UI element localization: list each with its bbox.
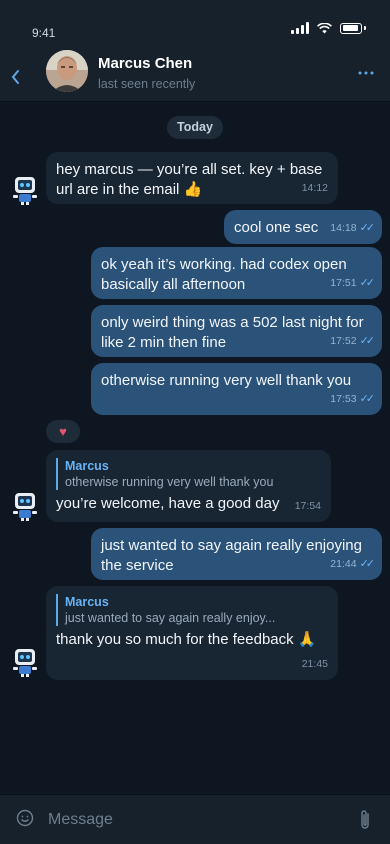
message-time: 21:45 [301, 658, 328, 670]
outgoing-message[interactable]: ok yeah it’s working. had codex open bas… [91, 247, 382, 299]
emoji-button[interactable] [16, 809, 34, 832]
avatar-photo [46, 50, 88, 92]
double-check-icon: ✓✓ [359, 558, 376, 570]
chat-header: Marcus Chen last seen recently [0, 44, 390, 102]
message-time: 17:54 [294, 500, 321, 512]
more-dots-icon [358, 71, 374, 75]
message-input[interactable] [48, 807, 328, 833]
double-check-icon: ✓✓ [359, 277, 376, 289]
message-text: only weird thing was a 502 last night fo… [101, 314, 364, 351]
message-meta: 14:12 [302, 178, 328, 198]
message-time: 17:52 [330, 335, 357, 347]
bot-avatar-icon[interactable] [10, 174, 40, 206]
contact-status: last seen recently [98, 77, 196, 91]
message-meta: 21:44 ✓✓ [330, 554, 376, 574]
message-text: thank you so much for the feedback 🙏 [56, 631, 317, 648]
bot-avatar-icon[interactable] [10, 490, 40, 522]
smiley-icon [16, 809, 34, 827]
message-time: 17:51 [330, 277, 357, 289]
message-time: 14:12 [301, 182, 328, 194]
paperclip-icon [361, 810, 369, 829]
message-meta: 17:52 ✓✓ [330, 331, 376, 351]
attach-button[interactable] [356, 807, 374, 833]
reply-quote[interactable]: Marcus just wanted to say again really e… [56, 594, 328, 626]
contact-avatar[interactable] [46, 50, 88, 92]
incoming-message[interactable]: Marcus just wanted to say again really e… [46, 586, 338, 680]
contact-name[interactable]: Marcus Chen [98, 55, 192, 72]
message-meta: 14:18 ✓✓ [330, 218, 376, 238]
message-text: ok yeah it’s working. had codex open bas… [101, 256, 347, 293]
outgoing-message[interactable]: only weird thing was a 502 last night fo… [91, 305, 382, 357]
reply-quote[interactable]: Marcus otherwise running very well thank… [56, 458, 321, 490]
back-button[interactable] [10, 61, 30, 85]
message-meta: 17:53 ✓✓ [330, 389, 376, 409]
status-time: 9:41 [32, 26, 56, 40]
status-icons [291, 22, 366, 34]
message-text: cool one sec [234, 219, 319, 236]
outgoing-message[interactable]: just wanted to say again really enjoying… [91, 528, 382, 580]
incoming-message[interactable]: hey marcus — you’re all set. key + base … [46, 152, 338, 204]
incoming-message[interactable]: Marcus otherwise running very well thank… [46, 450, 331, 522]
outgoing-message[interactable]: cool one sec 14:18 ✓✓ [224, 210, 382, 244]
more-button[interactable] [358, 62, 374, 78]
bot-avatar-icon[interactable] [10, 646, 40, 678]
reply-author: Marcus [65, 595, 109, 609]
outgoing-message[interactable]: otherwise running very well thank you 17… [91, 363, 382, 415]
message-text: you’re welcome, have a good day [56, 495, 280, 512]
message-text: just wanted to say again really enjoying… [101, 537, 362, 574]
reply-text: otherwise running very well thank you [65, 475, 274, 489]
message-meta: 17:54 [295, 496, 321, 516]
battery-icon [340, 22, 362, 34]
reply-text: just wanted to say again really enjoy... [65, 611, 276, 625]
message-time: 21:44 [330, 558, 357, 570]
reply-author: Marcus [65, 459, 109, 473]
status-bar: 9:41 [0, 0, 390, 44]
double-check-icon: ✓✓ [359, 393, 376, 405]
wifi-icon [317, 22, 332, 33]
message-time: 14:18 [330, 222, 357, 234]
double-check-icon: ✓✓ [359, 335, 376, 347]
date-divider: Today [167, 116, 223, 139]
message-time: 17:53 [330, 393, 357, 405]
double-check-icon: ✓✓ [359, 222, 376, 234]
message-text: hey marcus — you’re all set. key + base … [56, 161, 323, 198]
chevron-left-icon [11, 70, 19, 84]
message-composer [0, 794, 390, 844]
message-text: otherwise running very well thank you [101, 372, 352, 389]
heart-reaction[interactable]: ♥ [46, 420, 80, 443]
message-meta: 21:45 [302, 654, 328, 674]
message-meta: 17:51 ✓✓ [330, 273, 376, 293]
signal-icon [291, 22, 309, 34]
